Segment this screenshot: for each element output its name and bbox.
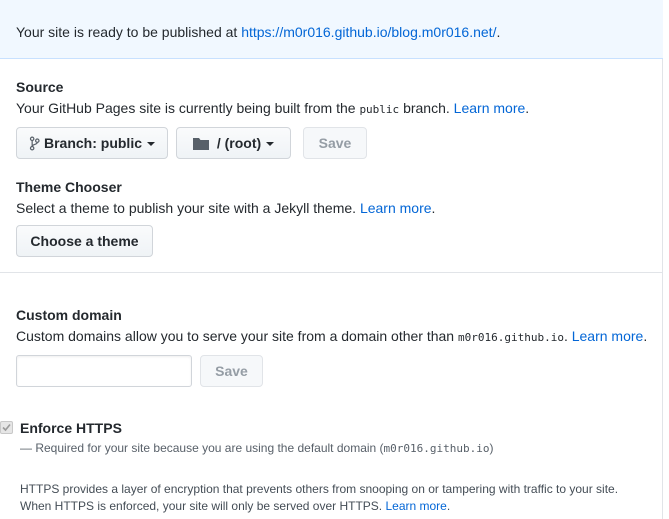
git-branch-icon [29,136,40,151]
github-pages-settings-panel: Your site is ready to be published at ht… [0,0,663,519]
custom-domain-input[interactable] [16,355,192,387]
custom-domain-period: . [643,328,648,344]
chevron-down-icon [266,142,275,146]
custom-domain-save-button[interactable]: Save [200,355,263,387]
theme-chooser-description: Select a theme to publish your site with… [16,199,435,217]
source-period: . [525,100,530,116]
custom-domain-learn-more-link[interactable]: Learn more [572,328,644,344]
custom-domain-desc-suffix: . [563,328,572,344]
https-required-note: — Required for your site because you are… [20,439,494,458]
custom-domain-description: Custom domains allow you to serve your s… [16,327,647,347]
source-learn-more-link[interactable]: Learn more [454,100,526,116]
source-heading: Source [16,79,64,95]
folder-select-label: / (root) [216,135,262,151]
custom-domain-desc-prefix: Custom domains allow you to serve your s… [16,328,458,344]
source-description: Your GitHub Pages site is currently bein… [16,99,529,119]
theme-chooser-heading: Theme Chooser [16,179,122,195]
publish-status-suffix: . [496,24,501,40]
custom-domain-code: m0r016.github.io [457,331,564,344]
theme-learn-more-link[interactable]: Learn more [360,200,432,216]
enforce-https-label: Enforce HTTPS [20,420,122,436]
checkmark-icon [2,423,11,432]
theme-period: . [431,200,436,216]
theme-desc-text: Select a theme to publish your site with… [16,200,360,216]
publish-status-banner: Your site is ready to be published at ht… [0,0,663,59]
branch-select-label: Branch: public [43,135,142,151]
publish-status-prefix: Your site is ready to be published at [16,24,242,40]
https-note-code: m0r016.github.io [383,442,490,455]
https-note-suffix: ) [489,441,494,455]
source-branch-code: public [359,103,400,116]
folder-icon [192,137,209,150]
publish-status-text: Your site is ready to be published at ht… [16,23,500,41]
https-info-line-2-text: When HTTPS is enforced, your site will o… [20,499,386,513]
https-note-prefix: — Required for your site because you are… [20,441,384,455]
source-desc-suffix: branch. [399,100,454,116]
enforce-https-checkbox[interactable] [0,421,13,434]
section-divider [0,272,663,273]
custom-domain-heading: Custom domain [16,307,122,323]
https-info-line-2: When HTTPS is enforced, your site will o… [20,497,450,515]
https-info-line-1: HTTPS provides a layer of encryption tha… [20,482,619,496]
published-site-link[interactable]: https://m0r016.github.io/blog.m0r016.net… [241,24,496,40]
https-period: . [446,499,451,513]
chevron-down-icon [147,142,155,146]
choose-theme-button[interactable]: Choose a theme [16,225,153,257]
https-learn-more-link[interactable]: Learn more [385,499,446,513]
branch-select-button[interactable]: Branch: public [16,127,168,159]
source-save-button[interactable]: Save [303,127,367,159]
folder-select-button[interactable]: / (root) [176,127,291,159]
source-desc-prefix: Your GitHub Pages site is currently bein… [16,100,360,116]
